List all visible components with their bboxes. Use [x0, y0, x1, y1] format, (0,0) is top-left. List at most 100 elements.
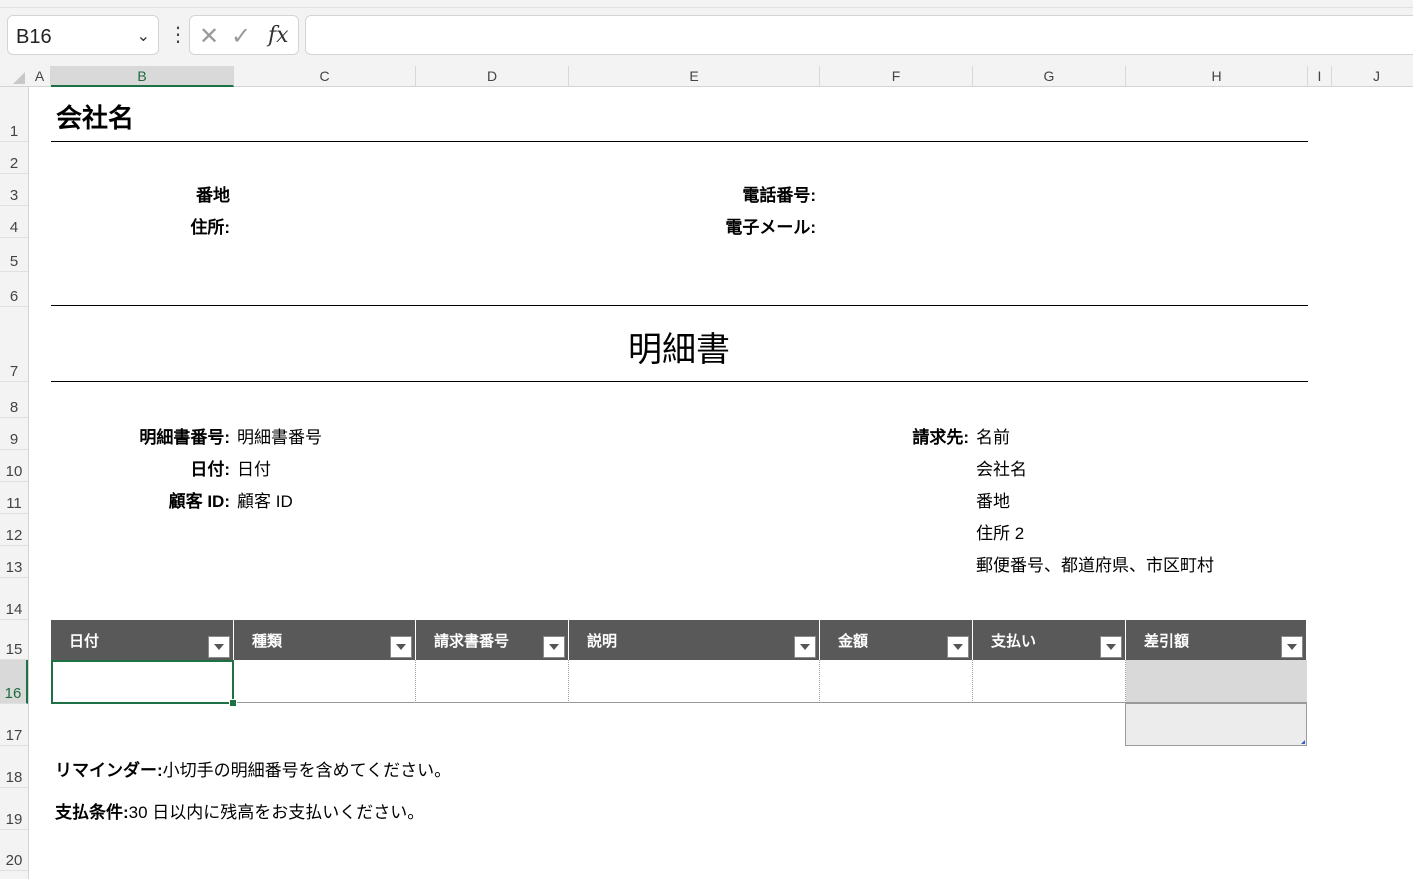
formula-bar: B16 ⌄ ⋮ ✕ ✓ fx [0, 8, 1413, 66]
date-value[interactable]: 日付 [237, 455, 271, 480]
column-header-f[interactable]: F [820, 66, 973, 87]
table-header-balance[interactable]: 差引額 [1126, 620, 1306, 660]
bill-to-company[interactable]: 会社名 [976, 455, 1027, 480]
row-header[interactable]: 4 [0, 206, 28, 238]
customer-id-value[interactable]: 顧客 ID [237, 487, 293, 512]
row-header[interactable]: 17 [0, 704, 28, 746]
bill-to-address2[interactable]: 住所 2 [976, 519, 1024, 544]
column-header-j[interactable]: J [1332, 66, 1413, 87]
insert-function-icon[interactable]: fx [268, 23, 289, 48]
table-header-label: 差引額 [1144, 633, 1190, 650]
row-header[interactable]: 9 [0, 418, 28, 450]
row-header[interactable]: 15 [0, 620, 28, 660]
filter-dropdown-icon[interactable] [947, 636, 969, 658]
row-header[interactable]: 1 [0, 87, 28, 142]
select-all-button[interactable] [0, 66, 29, 87]
column-header-e[interactable]: E [569, 66, 820, 87]
payment-terms-line[interactable]: 支払条件:30 日以内に残高をお支払いください。 [55, 798, 424, 823]
payment-terms-label: 支払条件: [55, 803, 129, 822]
table-header-invoice-number[interactable]: 請求書番号 [416, 620, 568, 660]
table-cell[interactable] [569, 660, 820, 703]
table-header-payment[interactable]: 支払い [973, 620, 1125, 660]
row-header[interactable]: 18 [0, 746, 28, 788]
bill-to-label[interactable]: 請求先: [869, 423, 969, 448]
table-cell[interactable] [820, 660, 973, 703]
column-header-g[interactable]: G [973, 66, 1126, 87]
divider-line [51, 381, 1308, 382]
row-header[interactable]: 11 [0, 482, 28, 514]
statement-number-value[interactable]: 明細書番号 [237, 423, 322, 448]
total-balance-cell[interactable] [1125, 703, 1307, 746]
row-header[interactable]: 2 [0, 142, 28, 174]
bill-to-street[interactable]: 番地 [976, 487, 1010, 512]
table-header-type[interactable]: 種類 [234, 620, 415, 660]
filter-dropdown-icon[interactable] [543, 636, 565, 658]
column-header-a[interactable]: A [29, 66, 51, 87]
row-header[interactable]: 10 [0, 450, 28, 482]
table-cell[interactable] [973, 660, 1126, 703]
email-label[interactable]: 電子メール: [629, 213, 816, 238]
date-label[interactable]: 日付: [89, 455, 230, 480]
table-cell[interactable] [416, 660, 569, 703]
row-header[interactable]: 20 [0, 830, 28, 871]
formula-controls: ✕ ✓ fx [189, 15, 299, 55]
window-top-strip [0, 0, 1413, 8]
name-box[interactable]: B16 ⌄ [7, 15, 159, 55]
divider-line [51, 305, 1308, 306]
column-header-d[interactable]: D [416, 66, 569, 87]
column-header-h[interactable]: H [1126, 66, 1308, 87]
bill-to-postal[interactable]: 郵便番号、都道府県、市区町村 [976, 551, 1214, 576]
row-header[interactable]: 12 [0, 514, 28, 546]
more-options-icon[interactable]: ⋮ [168, 22, 188, 48]
customer-id-label[interactable]: 顧客 ID: [89, 487, 230, 512]
row-header-selected[interactable]: 16 [0, 660, 28, 704]
filter-dropdown-icon[interactable] [1281, 636, 1303, 658]
filter-dropdown-icon[interactable] [1100, 636, 1122, 658]
row-header[interactable]: 13 [0, 546, 28, 578]
row-header[interactable]: 5 [0, 238, 28, 272]
address-label[interactable]: 住所: [129, 213, 230, 238]
divider-line [51, 141, 1308, 142]
phone-label[interactable]: 電話番号: [629, 181, 816, 206]
document-title[interactable]: 明細書 [29, 322, 1329, 371]
column-header-i[interactable]: I [1308, 66, 1332, 87]
table-header-description[interactable]: 説明 [569, 620, 819, 660]
cancel-icon[interactable]: ✕ [199, 22, 219, 51]
filter-dropdown-icon[interactable] [208, 636, 230, 658]
statement-number-label[interactable]: 明細書番号: [89, 423, 230, 448]
enter-icon[interactable]: ✓ [231, 22, 251, 51]
row-header[interactable]: 6 [0, 272, 28, 307]
reminder-text: 小切手の明細番号を含めてください。 [162, 761, 452, 780]
table-header-amount[interactable]: 金額 [820, 620, 972, 660]
table-header-label: 日付 [69, 633, 100, 650]
company-name[interactable]: 会社名 [56, 98, 134, 135]
column-header-b[interactable]: B [51, 66, 234, 87]
payment-terms-text: 30 日以内に残高をお支払いください。 [128, 803, 425, 822]
reminder-label: リマインダー: [55, 761, 163, 780]
table-header-date[interactable]: 日付 [51, 620, 233, 660]
row-header[interactable]: 19 [0, 788, 28, 830]
table-header-label: 請求書番号 [434, 633, 510, 650]
table-header-label: 説明 [587, 633, 618, 650]
column-headers: A B C D E F G H I J [0, 66, 1413, 87]
formula-input[interactable] [305, 15, 1413, 55]
row-header[interactable]: 7 [0, 307, 28, 382]
row-header[interactable]: 3 [0, 174, 28, 206]
reminder-line[interactable]: リマインダー:小切手の明細番号を含めてください。 [55, 756, 451, 781]
chevron-down-icon[interactable]: ⌄ [137, 26, 150, 46]
row-header[interactable]: 8 [0, 382, 28, 418]
filter-dropdown-icon[interactable] [390, 636, 412, 658]
filter-dropdown-icon[interactable] [794, 636, 816, 658]
balance-cell[interactable] [1126, 660, 1307, 703]
table-header-label: 支払い [991, 633, 1037, 650]
table-header-label: 種類 [252, 633, 283, 650]
bill-to-name[interactable]: 名前 [976, 423, 1010, 448]
active-cell-b16[interactable] [51, 660, 237, 707]
table-cell[interactable] [234, 660, 416, 703]
column-header-c[interactable]: C [234, 66, 416, 87]
row-headers: 1 2 3 4 5 6 7 8 9 10 11 12 13 14 15 16 1… [0, 87, 29, 879]
street-label[interactable]: 番地 [129, 181, 230, 206]
table-header-label: 金額 [838, 633, 869, 650]
row-header[interactable]: 14 [0, 578, 28, 620]
worksheet-grid[interactable]: 会社名 番地 住所: 電話番号: 電子メール: 明細書 明細書番号: 明細書番号… [29, 87, 1413, 879]
